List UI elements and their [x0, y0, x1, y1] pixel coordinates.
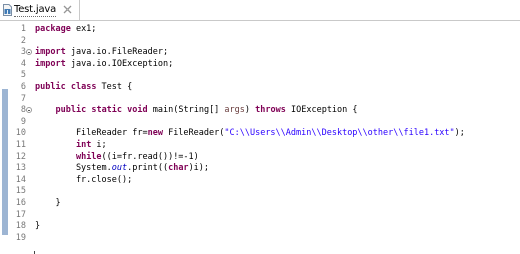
line-number: 14: [15, 174, 26, 185]
code-text: import java.io.FileReader;: [35, 47, 168, 58]
keyword-token: throws: [255, 105, 286, 116]
code-line[interactable]: 13 System.out.print((char)i);: [0, 163, 520, 174]
code-line[interactable]: 11 int i;: [0, 140, 520, 151]
code-token: System.: [35, 163, 112, 174]
line-number: 9: [20, 116, 26, 127]
line-number: 4: [20, 58, 26, 69]
line-number: 18: [15, 221, 26, 232]
code-token: ): [244, 105, 256, 116]
code-token: }: [35, 198, 61, 208]
line-number: 10: [15, 128, 26, 139]
code-token: Test {: [96, 82, 133, 92]
keyword-token: void: [127, 105, 148, 116]
code-text: }: [35, 198, 61, 209]
code-text: import java.io.IOException;: [35, 59, 173, 70]
code-text: package ex1;: [35, 24, 96, 35]
code-line[interactable]: 8 public static void main(String[] args)…: [0, 105, 520, 116]
line-number: 16: [15, 198, 26, 208]
code-token: IOException {: [285, 105, 358, 116]
keyword-token: import: [35, 47, 66, 58]
code-line[interactable]: 17: [0, 210, 520, 221]
code-editor-area[interactable]: 1 package ex1; 2 3 import java.io.FileReader…: [0, 21, 520, 254]
fold-toggle-icon[interactable]: [26, 107, 32, 114]
code-line[interactable]: 14 fr.close();: [0, 175, 520, 186]
keyword-token: public: [35, 82, 66, 92]
code-line[interactable]: 7: [0, 94, 520, 105]
code-token: ex1;: [70, 24, 97, 34]
code-token: }: [35, 221, 41, 232]
code-token: fr.close();: [35, 174, 133, 185]
keyword-token: package: [35, 24, 71, 34]
code-text: fr.close();: [35, 175, 132, 186]
parameter-token: args: [224, 105, 245, 116]
code-token: );: [454, 128, 465, 139]
code-line[interactable]: 2: [0, 36, 520, 47]
code-token: main(String[]: [147, 105, 225, 116]
code-line[interactable]: 12 while((i=fr.read())!=-1): [0, 152, 520, 163]
code-text: System.out.print((char)i);: [35, 163, 209, 174]
keyword-token: static: [91, 105, 123, 116]
keyword-token: public: [55, 105, 87, 116]
line-number: 17: [15, 209, 26, 220]
keyword-token: char: [168, 163, 189, 174]
code-line[interactable]: 5: [0, 70, 520, 81]
code-text: int i;: [35, 140, 107, 151]
tab-test-java[interactable]: J Test.java: [0, 0, 80, 20]
code-text: public static void main(String[] args) t…: [35, 105, 358, 116]
code-token: FileReader fr=: [35, 128, 148, 139]
code-line[interactable]: 18}: [0, 221, 520, 232]
code-token: java.io.FileReader;: [65, 47, 169, 58]
code-line[interactable]: 19: [0, 233, 520, 244]
editor-tab-bar: J Test.java: [0, 0, 520, 21]
line-number: 8: [20, 105, 26, 116]
close-icon[interactable]: [63, 5, 72, 14]
keyword-token: new: [147, 128, 163, 139]
code-token: .print((: [127, 163, 169, 174]
code-editor-window: J Test.java 1 package ex1; 2 3 import java.i…: [0, 0, 520, 254]
code-line[interactable]: 16 }: [0, 198, 520, 209]
code-line[interactable]: 1 package ex1;: [0, 24, 520, 35]
code-token: )i);: [188, 163, 210, 174]
code-line[interactable]: 9: [0, 117, 520, 128]
code-token: ((i=fr.read())!=-1): [101, 151, 199, 162]
code-text: }: [35, 221, 40, 232]
code-line[interactable]: 3 import java.io.FileReader;: [0, 47, 520, 58]
code-line[interactable]: 15: [0, 186, 520, 197]
line-number: 5: [20, 70, 26, 81]
keyword-token: class: [70, 82, 97, 92]
code-text: while((i=fr.read())!=-1): [35, 152, 199, 163]
svg-text:J: J: [6, 9, 9, 15]
static-field-token: out: [111, 163, 128, 174]
tab-label: Test.java: [14, 4, 57, 17]
fold-toggle-icon[interactable]: [26, 49, 32, 56]
keyword-token: while: [75, 151, 102, 162]
code-token: i;: [91, 140, 107, 150]
code-token: FileReader(: [162, 128, 225, 139]
code-text: FileReader fr=new FileReader("C:\\Users\…: [35, 128, 465, 139]
line-number: 7: [20, 93, 26, 104]
code-line[interactable]: 4 import java.io.IOException;: [0, 59, 520, 70]
java-file-icon: J: [3, 4, 12, 16]
code-text: public class Test {: [35, 82, 132, 93]
line-number: 2: [20, 35, 26, 46]
code-token: java.io.IOException;: [65, 58, 174, 69]
line-number: 3: [20, 47, 26, 58]
line-number: 15: [15, 186, 26, 197]
line-number: 11: [15, 140, 26, 150]
line-number: 1: [20, 24, 26, 34]
line-number: 19: [15, 232, 26, 243]
line-number: 12: [15, 151, 26, 162]
keyword-token: import: [35, 58, 66, 69]
code-line[interactable]: 10 FileReader fr=new FileReader("C:\\Use…: [0, 128, 520, 139]
line-number: 6: [20, 82, 26, 92]
string-token: "C:\\Users\\Admin\\Desktop\\other\\file1…: [224, 128, 455, 139]
code-line[interactable]: 6 public class Test {: [0, 82, 520, 93]
line-number: 13: [15, 163, 26, 174]
keyword-token: int: [75, 140, 92, 150]
